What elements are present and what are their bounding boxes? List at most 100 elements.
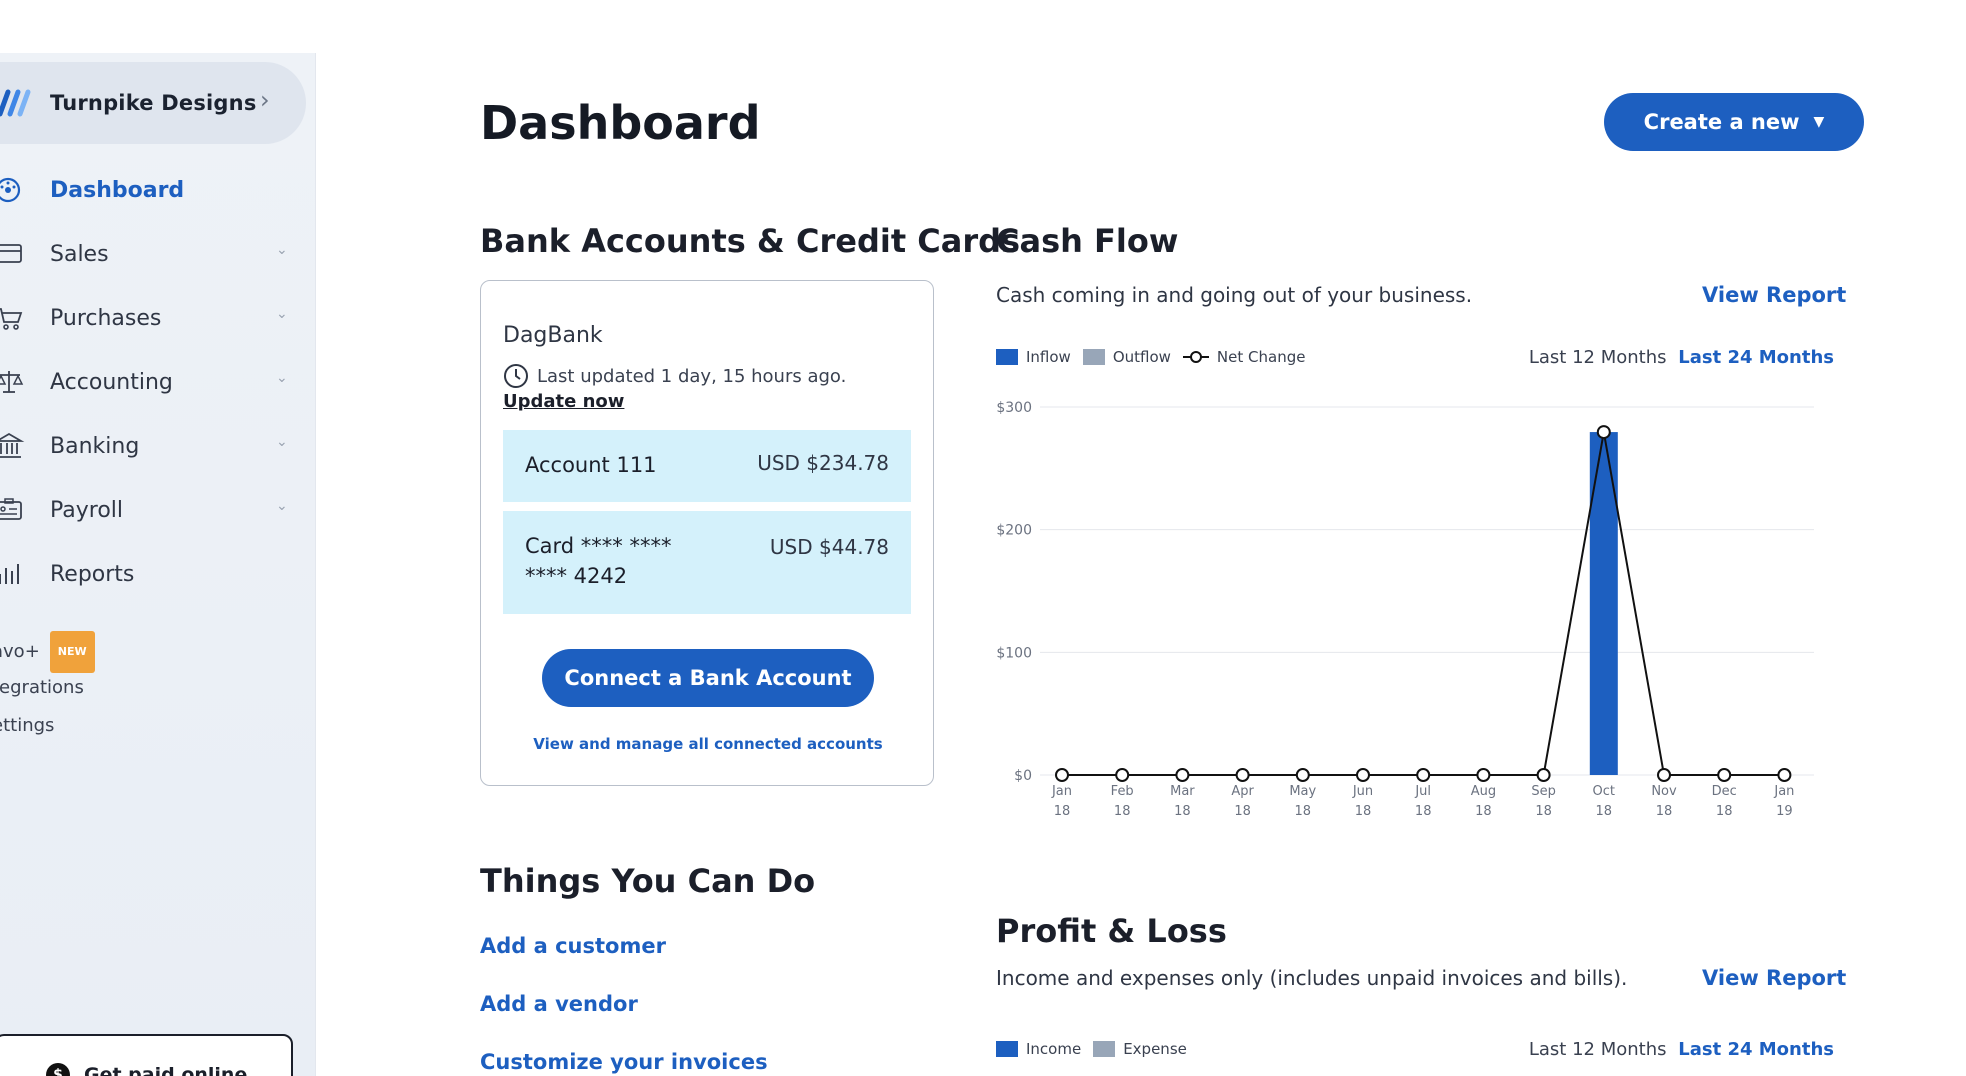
sidebar-item-banking[interactable]: Banking ⌄ [0,414,316,478]
profit-loss-heading: Profit & Loss [996,912,1227,950]
sidebar: Turnpike Designs › Dashboard Sales ⌄ Pur… [0,53,316,1076]
legend-net-change[interactable]: Net Change [1182,348,1306,366]
legend-label: Expense [1123,1040,1187,1058]
page-title: Dashboard [480,96,761,150]
x-tick-label: Jun [1352,784,1373,799]
cash-flow-legend: Inflow Outflow Net Change [996,348,1305,366]
things-you-can-do-heading: Things You Can Do [480,862,816,900]
net-change-point [1416,768,1431,782]
logo-icon [0,89,31,117]
sidebar-nav: Dashboard Sales ⌄ Purchases ⌄ Accounting… [0,158,316,606]
x-tick-label: 18 [1475,804,1492,819]
sidebar-item-avo[interactable]: avo+ NEW [0,631,95,673]
y-tick-label: $0 [1014,768,1032,784]
manage-accounts-link[interactable]: View and manage all connected accounts [481,735,935,753]
bank-icon [0,432,25,458]
x-tick-label: May [1289,784,1316,799]
account-amount: USD $44.78 [769,535,889,559]
range-24-months[interactable]: Last 24 Months [1678,347,1834,368]
legend-income[interactable]: Income [996,1040,1081,1058]
last-updated: Last updated 1 day, 15 hours ago. [503,363,846,389]
x-tick-label: 18 [1174,804,1191,819]
range-12-months[interactable]: Last 12 Months [1529,1039,1667,1060]
net-change-point [1476,768,1491,782]
net-change-point [1536,768,1551,782]
chevron-right-icon: › [260,86,270,114]
x-tick-label: 18 [1415,804,1432,819]
sidebar-item-label: Banking [50,434,140,459]
sidebar-item-settings[interactable]: ettings [0,707,95,745]
account-row[interactable]: Card **** **** **** 4242 USD $44.78 [503,511,911,614]
last-updated-text: Last updated 1 day, 15 hours ago. [537,365,847,387]
income-swatch [996,1041,1018,1057]
x-tick-label: Sep [1531,784,1556,799]
sidebar-item-label: avo+ [0,641,40,662]
x-tick-label: 18 [1054,804,1071,819]
chevron-down-icon: ⌄ [276,498,288,514]
cash-flow-range: Last 12 Months Last 24 Months [1529,347,1834,368]
sidebar-item-payroll[interactable]: Payroll ⌄ [0,478,316,542]
clock-icon [504,364,528,388]
legend-label: Income [1026,1040,1082,1058]
profit-loss-view-report-link[interactable]: View Report [1702,966,1846,990]
update-now-link[interactable]: Update now [503,391,624,412]
sidebar-item-dashboard[interactable]: Dashboard [0,158,316,222]
x-tick-label: 18 [1535,804,1552,819]
legend-inflow[interactable]: Inflow [996,348,1071,366]
account-name: Card **** **** **** 4242 [525,534,672,588]
sidebar-item-integrations[interactable]: tegrations [0,669,95,707]
customize-invoices-link[interactable]: Customize your invoices [480,1050,768,1074]
sidebar-item-reports[interactable]: Reports [0,542,316,606]
legend-outflow[interactable]: Outflow [1082,348,1171,366]
net-change-point [1175,768,1190,782]
net-change-point [1717,768,1732,782]
bank-name: DagBank [503,323,603,348]
expense-swatch [1093,1041,1116,1057]
y-tick-label: $100 [996,645,1032,661]
create-new-button[interactable]: Create a new ▼ [1604,93,1864,151]
x-tick-label: Oct [1593,784,1615,799]
x-tick-label: Jan [1773,784,1794,799]
account-row[interactable]: Account 111 USD $234.78 [503,430,911,502]
dollar-icon: $ [46,1063,70,1076]
connect-bank-account-button[interactable]: Connect a Bank Account [542,649,874,707]
bank-accounts-heading: Bank Accounts & Credit Cards [480,222,1021,260]
profit-loss-range: Last 12 Months Last 24 Months [1529,1039,1834,1060]
x-tick-label: Mar [1170,784,1195,799]
add-customer-link[interactable]: Add a customer [480,934,666,958]
add-vendor-link[interactable]: Add a vendor [480,992,638,1016]
range-24-months[interactable]: Last 24 Months [1678,1039,1834,1060]
bar-chart-icon [0,564,19,584]
org-switcher[interactable]: Turnpike Designs › [0,62,306,144]
x-tick-label: 18 [1114,804,1131,819]
chevron-down-icon: ⌄ [276,370,288,386]
get-paid-online-button[interactable]: $ Get paid online [0,1034,293,1076]
x-tick-label: 18 [1355,804,1372,819]
sidebar-item-sales[interactable]: Sales ⌄ [0,222,316,286]
x-tick-label: Jan [1051,784,1072,799]
x-tick-label: 18 [1656,804,1673,819]
cash-flow-subtitle: Cash coming in and going out of your bus… [996,283,1473,307]
x-tick-label: 18 [1295,804,1312,819]
sidebar-item-accounting[interactable]: Accounting ⌄ [0,350,316,414]
net-change-point [1295,768,1310,782]
legend-label: Net Change [1216,348,1306,366]
net-change-line [1062,431,1785,776]
x-tick-label: Dec [1712,784,1737,799]
net-change-point [1356,768,1370,782]
get-paid-online-label: Get paid online [84,1064,248,1076]
range-12-months[interactable]: Last 12 Months [1529,347,1667,368]
net-change-point [1235,768,1250,782]
cash-flow-chart: $300 $200 $100 $0 Jan 18 Feb 18 Mar 18 Apr 18 May 18 J… [996,400,1814,819]
id-card-icon [0,498,22,520]
account-name: Account 111 [525,453,657,477]
legend-label: Inflow [1026,348,1071,366]
profit-loss-legend: Income Expense [996,1040,1187,1058]
x-tick-label: 18 [1234,804,1251,819]
legend-expense[interactable]: Expense [1093,1040,1187,1058]
x-tick-label: Aug [1471,784,1496,799]
y-tick-label: $200 [996,523,1032,539]
cash-flow-view-report-link[interactable]: View Report [1702,283,1846,307]
org-name: Turnpike Designs [50,91,257,115]
sidebar-item-purchases[interactable]: Purchases ⌄ [0,286,316,350]
